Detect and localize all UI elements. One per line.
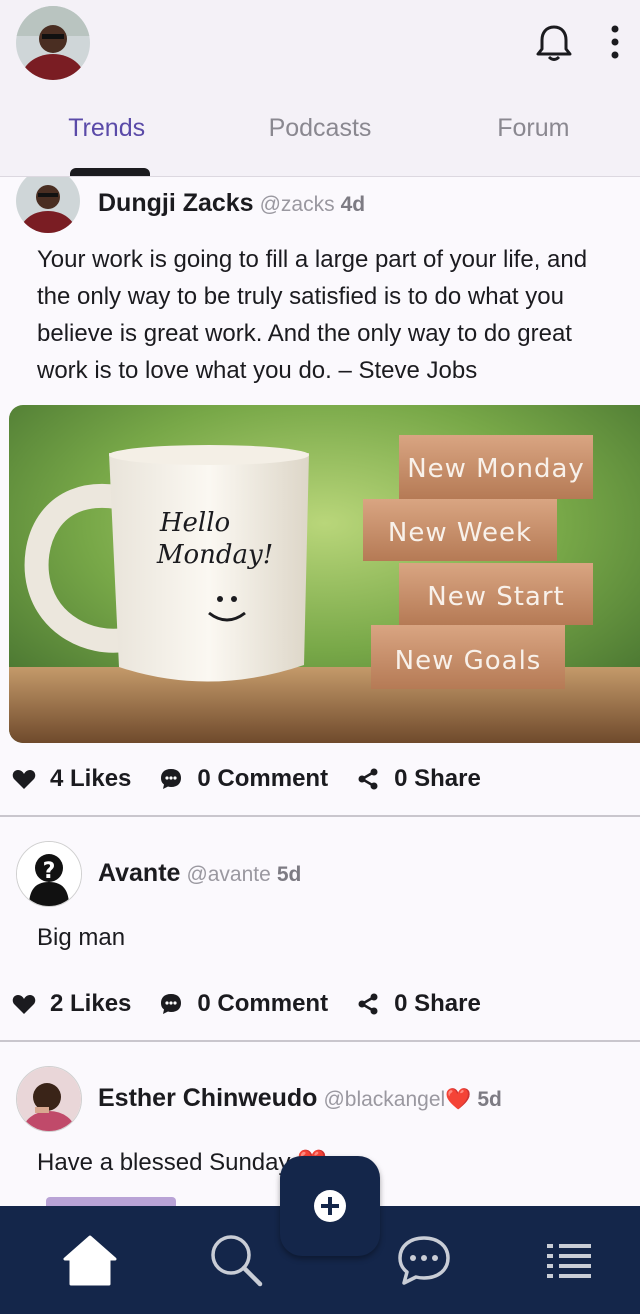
like-button[interactable]: 2 Likes xyxy=(12,990,131,1018)
mug-text-line2: Monday! xyxy=(156,540,273,570)
author-avatar[interactable] xyxy=(16,1066,82,1132)
shares-count: 0 Share xyxy=(394,990,481,1017)
shares-count: 0 Share xyxy=(394,765,481,792)
post-header: Esther Chinweudo @blackangel❤️ 5d xyxy=(0,1066,640,1132)
post: ? Avante @avante 5d Big man 2 Likes 0 Comm… xyxy=(0,817,640,1042)
bell-icon[interactable] xyxy=(535,22,573,62)
list-icon[interactable] xyxy=(545,1240,601,1296)
top-app-bar: Trends Podcasts Forum xyxy=(0,0,640,176)
post-image[interactable] xyxy=(46,1197,176,1206)
post-text: Your work is going to fill a large part … xyxy=(37,246,588,384)
feed[interactable]: Dungji Zacks @zacks 4d Your work is going … xyxy=(0,177,640,1206)
create-post-button[interactable] xyxy=(280,1156,380,1256)
author-handle: @zacks xyxy=(259,193,335,216)
like-button[interactable]: 4 Likes xyxy=(12,765,131,793)
heart-icon xyxy=(12,770,36,789)
tab-forum[interactable]: Forum xyxy=(427,108,640,164)
share-icon xyxy=(358,768,378,790)
post-meta: Esther Chinweudo @blackangel❤️ 5d xyxy=(98,1084,502,1113)
post-actions: 2 Likes 0 Comment 0 Share xyxy=(0,968,640,1040)
author-avatar[interactable] xyxy=(16,177,80,233)
mug-text-line1: Hello xyxy=(159,508,230,538)
block-text: New Week xyxy=(388,518,532,548)
tab-trends[interactable]: Trends xyxy=(0,108,213,164)
post-time: 4d xyxy=(340,193,366,216)
block-text: New Goals xyxy=(395,646,542,676)
post-image[interactable]: Hello Monday! New Monday New Week New St… xyxy=(9,405,640,743)
likes-count: 2 Likes xyxy=(50,990,132,1017)
comment-button[interactable]: 0 Comment xyxy=(159,765,328,793)
post-time: 5d xyxy=(477,1088,502,1111)
post-text: Big man xyxy=(37,924,126,951)
chat-icon[interactable] xyxy=(396,1234,452,1290)
share-button[interactable]: 0 Share xyxy=(356,990,481,1018)
heart-icon xyxy=(12,995,36,1014)
svg-text:?: ? xyxy=(43,859,56,884)
tab-podcasts[interactable]: Podcasts xyxy=(213,108,426,164)
plus-icon xyxy=(314,1190,346,1222)
comment-icon xyxy=(161,994,182,1014)
author-avatar[interactable]: ? xyxy=(16,841,82,907)
home-icon[interactable] xyxy=(62,1234,118,1290)
block-text: New Monday xyxy=(407,454,585,484)
block-text: New Start xyxy=(427,582,565,612)
post-header: ? Avante @avante 5d xyxy=(0,841,640,907)
author-handle: @blackangel❤️ xyxy=(323,1088,472,1111)
author-name[interactable]: Avante xyxy=(98,859,180,887)
post-meta: Avante @avante 5d xyxy=(98,859,301,888)
post-time: 5d xyxy=(276,863,302,886)
post: Dungji Zacks @zacks 4d Your work is going … xyxy=(0,177,640,817)
comments-count: 0 Comment xyxy=(197,765,329,792)
author-name[interactable]: Dungji Zacks xyxy=(98,189,254,217)
author-handle: @avante xyxy=(186,863,271,886)
comment-icon xyxy=(161,769,182,789)
tab-bar: Trends Podcasts Forum xyxy=(0,108,640,164)
post-header: Dungji Zacks @zacks 4d xyxy=(0,177,640,241)
share-button[interactable]: 0 Share xyxy=(356,765,481,793)
share-icon xyxy=(358,993,378,1015)
post-actions: 4 Likes 0 Comment 0 Share xyxy=(0,743,640,815)
post-meta: Dungji Zacks @zacks 4d xyxy=(98,189,365,218)
tab-indicator xyxy=(70,168,150,176)
author-name[interactable]: Esther Chinweudo xyxy=(98,1084,317,1112)
more-vertical-icon[interactable] xyxy=(602,22,628,62)
search-icon[interactable] xyxy=(208,1232,264,1288)
likes-count: 4 Likes xyxy=(50,765,132,792)
comment-button[interactable]: 0 Comment xyxy=(159,990,328,1018)
comments-count: 0 Comment xyxy=(197,990,329,1017)
user-avatar[interactable] xyxy=(16,6,90,80)
